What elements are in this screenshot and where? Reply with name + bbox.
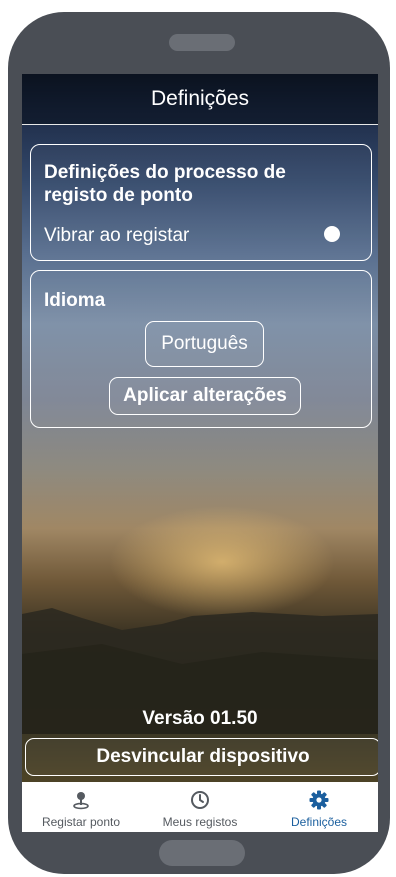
vibrate-toggle[interactable] bbox=[316, 226, 344, 242]
bottom-nav: Registar ponto Meus registos Definições bbox=[22, 782, 378, 832]
vibrate-label: Vibrar ao registar bbox=[44, 225, 190, 246]
unlink-device-button[interactable]: Desvincular dispositivo bbox=[25, 738, 378, 776]
nav-item-settings[interactable]: Definições bbox=[260, 782, 378, 832]
page-title: Definições bbox=[150, 87, 250, 110]
language-title: Idioma bbox=[44, 290, 106, 311]
punch-settings-card: Definições do processo de registo de pon… bbox=[30, 144, 372, 261]
phone-frame: Definições Definições do processo de reg… bbox=[8, 12, 390, 874]
speaker-slot bbox=[169, 34, 235, 51]
apply-changes-button[interactable]: Aplicar alterações bbox=[109, 377, 301, 415]
location-pin-icon bbox=[73, 792, 89, 810]
nav-label-register: Registar ponto bbox=[41, 815, 121, 829]
nav-item-records[interactable]: Meus registos bbox=[141, 782, 259, 832]
home-button[interactable] bbox=[159, 840, 245, 866]
version-text: Versão 01.50 bbox=[142, 708, 258, 729]
nav-label-records: Meus registos bbox=[162, 815, 238, 829]
language-select-button[interactable]: Português bbox=[145, 321, 264, 367]
toggle-knob bbox=[324, 226, 340, 242]
top-app-bar: Definições bbox=[22, 74, 378, 125]
language-card: Idioma Português Aplicar alterações bbox=[30, 270, 372, 428]
app-screen: Definições Definições do processo de reg… bbox=[22, 74, 378, 832]
nav-label-settings: Definições bbox=[290, 815, 348, 829]
punch-settings-title: Definições do processo de registo de pon… bbox=[44, 162, 286, 206]
gear-icon bbox=[309, 790, 329, 810]
clock-icon bbox=[191, 791, 209, 809]
nav-item-register[interactable]: Registar ponto bbox=[22, 782, 140, 832]
